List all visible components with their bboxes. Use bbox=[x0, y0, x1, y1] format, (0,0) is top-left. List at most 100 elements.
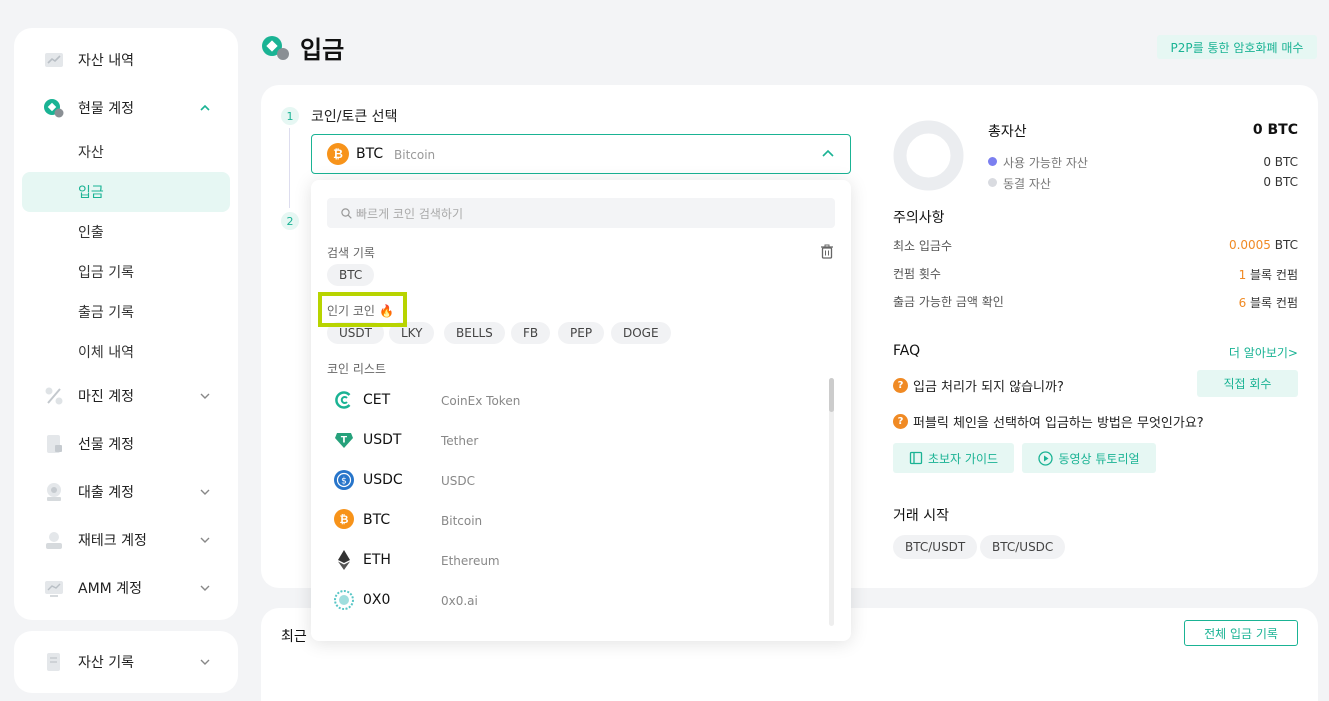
chevron-up-icon[interactable] bbox=[822, 149, 834, 159]
book-icon bbox=[909, 451, 923, 465]
recover-button[interactable]: 직접 회수 bbox=[1197, 370, 1298, 397]
sidebar-item-finance-account[interactable]: 재테크 계정 bbox=[14, 520, 238, 560]
finance-icon bbox=[46, 532, 62, 549]
history-title: 검색 기록 bbox=[327, 246, 375, 260]
available-dot bbox=[988, 157, 997, 166]
margin-icon bbox=[45, 387, 63, 405]
history-chip-btc[interactable]: BTC bbox=[327, 264, 375, 286]
page-title: 입금 bbox=[300, 35, 345, 64]
btc-icon: ₿ bbox=[334, 509, 354, 529]
popular-chip-pep[interactable]: PEP bbox=[558, 322, 605, 344]
coin-list-item[interactable]: CET CoinEx Token bbox=[327, 380, 823, 420]
withdrawable-value: 6 블록 컨펌 bbox=[1238, 296, 1298, 310]
page-header: 입금 bbox=[262, 30, 344, 64]
pair-chip-btc-usdc[interactable]: BTC/USDC bbox=[980, 535, 1066, 559]
coin-list-item[interactable]: T USDT Tether bbox=[327, 420, 823, 460]
frozen-label: 동결 자산 bbox=[1003, 177, 1051, 191]
step-2-number: 2 bbox=[281, 212, 299, 230]
selected-symbol: BTC bbox=[356, 146, 384, 162]
trash-icon[interactable] bbox=[820, 244, 834, 259]
search-placeholder: 빠르게 코인 검색하기 bbox=[356, 207, 463, 221]
sidebar-item-loan-account[interactable]: 대출 계정 bbox=[14, 472, 238, 512]
coin-list-item[interactable]: $ USDC USDC bbox=[327, 460, 823, 500]
beginner-guide-button[interactable]: 초보자 가이드 bbox=[893, 443, 1014, 473]
sidebar-item-margin-account[interactable]: 마진 계정 bbox=[14, 376, 238, 416]
video-tutorial-button[interactable]: 동영상 튜토리얼 bbox=[1022, 443, 1156, 473]
sidebar: 자산 내역 현물 계정 자산 입금 인출 입금 기록 출금 기록 이체 내역 마… bbox=[14, 28, 238, 620]
loan-icon bbox=[47, 483, 61, 501]
record-icon bbox=[47, 653, 60, 671]
total-assets-value: 0 BTC bbox=[1252, 122, 1298, 138]
coin-list-title: 코인 리스트 bbox=[327, 362, 387, 376]
min-deposit-value: 0.0005 BTC bbox=[1228, 238, 1298, 252]
coin-select[interactable]: ₿ BTC Bitcoin bbox=[311, 134, 851, 174]
deposit-logo-icon bbox=[262, 36, 289, 60]
confirmations-value: 1 블록 컨펌 bbox=[1238, 268, 1298, 282]
coin-list-item[interactable]: ETH Ethereum bbox=[327, 540, 823, 580]
withdrawable-label: 출금 가능한 금액 확인 bbox=[893, 295, 1004, 309]
popular-chip-bells[interactable]: BELLS bbox=[444, 322, 505, 344]
coin-list-item[interactable]: ₿ BTC Bitcoin bbox=[327, 500, 823, 540]
step-1-number: 1 bbox=[281, 107, 299, 125]
svg-text:$: $ bbox=[341, 477, 347, 487]
futures-icon bbox=[47, 435, 62, 453]
sidebar-item-spot-account[interactable]: 현물 계정 bbox=[14, 88, 238, 128]
selected-name: Bitcoin bbox=[394, 148, 436, 162]
popular-chip-fb[interactable]: FB bbox=[511, 322, 551, 344]
sidebar-sub-deposit[interactable]: 입금 bbox=[22, 172, 230, 212]
sidebar-sub-withdraw-history[interactable]: 출금 기록 bbox=[22, 292, 230, 332]
chevron-down-icon bbox=[200, 585, 210, 591]
sidebar-item-amm-account[interactable]: AMM 계정 bbox=[14, 568, 238, 608]
search-icon bbox=[341, 208, 352, 219]
trade-title: 거래 시작 bbox=[893, 508, 949, 524]
svg-text:T: T bbox=[341, 436, 348, 446]
available-label: 사용 가능한 자산 bbox=[1003, 156, 1088, 170]
eth-icon bbox=[338, 550, 350, 570]
0x0-icon bbox=[334, 590, 354, 610]
question-icon: ? bbox=[893, 414, 908, 429]
usdc-icon: $ bbox=[334, 470, 354, 490]
sidebar-item-asset-overview[interactable]: 자산 내역 bbox=[14, 40, 238, 80]
coin-search-input[interactable]: 빠르게 코인 검색하기 bbox=[327, 198, 835, 228]
chevron-down-icon bbox=[200, 393, 210, 399]
btc-icon: ₿ bbox=[327, 143, 349, 165]
chevron-up-icon bbox=[200, 104, 210, 111]
sidebar-item-futures-account[interactable]: 선물 계정 bbox=[14, 424, 238, 464]
amm-icon bbox=[45, 581, 63, 597]
recent-title: 최근 bbox=[281, 629, 307, 645]
total-assets-label: 총자산 bbox=[988, 124, 1027, 140]
chevron-down-icon bbox=[200, 489, 210, 495]
chart-icon bbox=[45, 53, 63, 67]
coin-list-scrollbar[interactable] bbox=[829, 378, 834, 626]
faq-title: FAQ bbox=[893, 343, 921, 359]
sidebar-sub-transfer-history[interactable]: 이체 내역 bbox=[22, 332, 230, 372]
highlight-box bbox=[318, 292, 407, 327]
faq-question-2[interactable]: ? 퍼블릭 체인을 선택하여 입금하는 방법은 무엇인가요? bbox=[893, 412, 1204, 431]
notice-title: 주의사항 bbox=[893, 210, 945, 226]
scroll-thumb[interactable] bbox=[829, 378, 834, 412]
usdt-icon: T bbox=[335, 433, 353, 448]
min-deposit-label: 최소 입금수 bbox=[893, 239, 953, 253]
step-1-label: 코인/토큰 선택 bbox=[311, 109, 398, 125]
coin-list-item[interactable]: 0X0 0x0.ai bbox=[327, 580, 823, 620]
sidebar-item-asset-record[interactable]: 자산 기록 bbox=[14, 642, 238, 682]
play-icon bbox=[1038, 450, 1054, 466]
sidebar-sub-assets[interactable]: 자산 bbox=[22, 132, 230, 172]
frozen-dot bbox=[988, 178, 997, 187]
coin-dropdown: 빠르게 코인 검색하기 검색 기록 BTC 인기 코인 🔥 USDT LKY BE… bbox=[311, 180, 851, 641]
faq-more-link[interactable]: 더 알아보기> bbox=[1229, 344, 1298, 361]
sidebar-sub-withdraw[interactable]: 인출 bbox=[22, 212, 230, 252]
p2p-buy-button[interactable]: P2P를 통한 암호화폐 매수 bbox=[1157, 35, 1317, 59]
available-value: 0 BTC bbox=[1263, 155, 1298, 169]
popular-chip-doge[interactable]: DOGE bbox=[611, 322, 671, 344]
frozen-value: 0 BTC bbox=[1263, 175, 1298, 189]
question-icon: ? bbox=[893, 378, 908, 393]
cet-icon bbox=[335, 391, 351, 409]
faq-question-1[interactable]: ? 입금 처리가 되지 않습니까? bbox=[893, 376, 1064, 395]
all-deposit-history-button[interactable]: 전체 입금 기록 bbox=[1184, 620, 1298, 646]
sidebar-bottom: 자산 기록 bbox=[14, 631, 238, 693]
pair-chip-btc-usdt[interactable]: BTC/USDT bbox=[893, 535, 978, 559]
confirmations-label: 컨펌 횟수 bbox=[893, 267, 941, 281]
sidebar-sub-deposit-history[interactable]: 입금 기록 bbox=[22, 252, 230, 292]
chevron-down-icon bbox=[200, 659, 210, 665]
